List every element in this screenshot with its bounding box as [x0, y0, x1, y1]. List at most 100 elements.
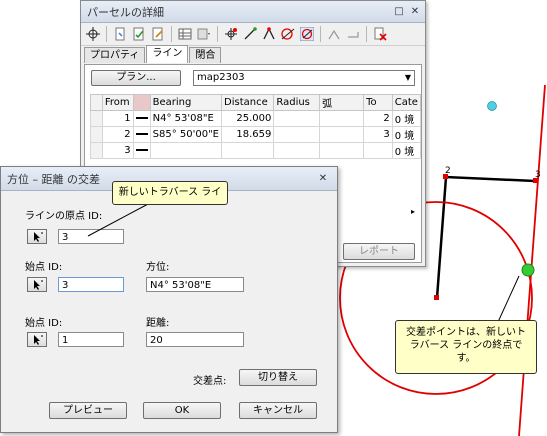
row-selector[interactable] — [90, 126, 103, 143]
pointer-icon — [34, 280, 43, 290]
new-traverse-callout: 新しいトラバース ライ — [112, 181, 228, 205]
ok-button[interactable]: OK — [143, 402, 221, 419]
table-header-row: From Bearing Distance Radius 弧 To Cate — [90, 94, 422, 111]
col-distance[interactable]: Distance — [220, 94, 275, 111]
row-selector[interactable] — [90, 110, 103, 127]
point-1-marker — [434, 295, 439, 300]
circle-intersect-icon[interactable] — [280, 26, 296, 42]
cyan-point — [487, 101, 497, 111]
cell-radius[interactable] — [273, 142, 321, 159]
cell-arc[interactable] — [319, 126, 365, 143]
grid-icon[interactable] — [177, 26, 193, 42]
distance-field[interactable]: 20 — [146, 332, 244, 347]
page-icon[interactable] — [112, 26, 128, 42]
cell-arc[interactable] — [319, 110, 365, 127]
cell-from[interactable]: 3 — [101, 142, 134, 159]
start2-picker[interactable] — [27, 332, 47, 347]
add-point-icon[interactable] — [223, 26, 239, 42]
col-arc[interactable]: 弧 — [319, 94, 365, 111]
col-bearing[interactable]: Bearing — [149, 94, 223, 111]
cell-from[interactable]: 2 — [101, 126, 134, 143]
line-origin-label: ラインの原点 ID: — [25, 211, 103, 222]
parcel-titlebar: パーセルの詳細 □ ✕ — [81, 1, 425, 23]
point-2-label: 2 — [445, 166, 451, 176]
plan-select[interactable]: map2303 ▼ — [193, 70, 415, 86]
line-origin-field[interactable]: 3 — [58, 229, 124, 244]
line-origin-picker[interactable] — [27, 229, 47, 244]
close-icon[interactable]: ✕ — [409, 6, 421, 18]
cell-to[interactable] — [363, 142, 393, 159]
report-button[interactable]: レポート — [343, 243, 415, 260]
table-row[interactable]: 2 S85° 50'00"E 18.659 3 0 境 — [90, 126, 422, 143]
cell-distance[interactable]: 25.000 — [220, 110, 275, 127]
table-row[interactable]: 3 0 境 — [90, 142, 422, 159]
line-type-icon — [132, 110, 151, 127]
cell-radius[interactable] — [273, 126, 321, 143]
preview-button[interactable]: プレビュー — [49, 402, 127, 419]
horizontal-scrollbar[interactable]: ▸ — [325, 207, 417, 219]
delete-icon[interactable] — [372, 26, 388, 42]
close-icon[interactable]: ✕ — [317, 173, 329, 185]
start1-picker[interactable] — [27, 277, 47, 292]
col-radius[interactable]: Radius — [273, 94, 321, 111]
pointer-icon — [34, 335, 43, 345]
check-icon[interactable] — [131, 26, 147, 42]
intersection-endpoint — [521, 263, 535, 277]
toolbar-separator — [320, 26, 321, 42]
toggle-button[interactable]: 切り替え — [239, 369, 317, 386]
minimize-icon[interactable]: □ — [393, 6, 405, 18]
tool-dropdown-icon[interactable] — [196, 26, 212, 42]
cell-bearing[interactable]: S85° 50'00"E — [149, 126, 223, 143]
cell-arc[interactable] — [319, 142, 365, 159]
tab-properties[interactable]: プロパティ — [84, 47, 146, 63]
measure-icon[interactable] — [345, 26, 361, 42]
cell-category[interactable]: 0 境 — [391, 142, 422, 159]
cell-from[interactable]: 1 — [101, 110, 134, 127]
col-from[interactable]: From — [101, 94, 134, 111]
row-header-corner — [90, 94, 103, 111]
scroll-right-icon[interactable]: ▸ — [411, 207, 415, 216]
endpoint-callout: 交差ポイントは、新しいトラバース ラインの終点です。 — [395, 320, 537, 374]
cell-to[interactable]: 2 — [363, 110, 393, 127]
table-row[interactable]: 1 N4° 53'08"E 25.000 2 0 境 — [90, 110, 422, 127]
tab-closure[interactable]: 閉合 — [189, 47, 222, 63]
cell-distance[interactable]: 18.659 — [220, 126, 275, 143]
point-3-label: 3 — [535, 170, 541, 180]
cell-radius[interactable] — [273, 110, 321, 127]
edit-page-icon[interactable] — [150, 26, 166, 42]
cell-to[interactable]: 3 — [363, 126, 393, 143]
angle-icon[interactable] — [261, 26, 277, 42]
row-selector[interactable] — [90, 142, 103, 159]
crosshair-icon[interactable] — [85, 26, 101, 42]
cell-bearing[interactable]: N4° 53'08"E — [149, 110, 223, 127]
cell-category[interactable]: 0 境 — [391, 126, 422, 143]
join-icon[interactable] — [326, 26, 342, 42]
col-line-type-icon[interactable] — [132, 94, 151, 111]
start1-label: 始点 ID: — [25, 262, 63, 273]
pointer-icon — [34, 232, 43, 242]
cancel-button[interactable]: キャンセル — [239, 402, 317, 419]
cell-category[interactable]: 0 境 — [391, 110, 422, 127]
toolbar-separator — [171, 26, 172, 42]
bearing-field[interactable]: N4° 53'08"E — [146, 277, 244, 292]
col-to[interactable]: To — [363, 94, 393, 111]
start2-field[interactable]: 1 — [58, 332, 124, 347]
start1-field[interactable]: 3 — [58, 277, 124, 292]
line-icon[interactable] — [242, 26, 258, 42]
bearing-distance-icon[interactable] — [299, 26, 315, 42]
start2-label: 始点 ID: — [25, 318, 63, 329]
parcel-toolbar — [81, 23, 425, 46]
bearing-line — [518, 84, 546, 436]
intersection-label: 交差点: — [193, 376, 227, 387]
line-type-icon — [132, 126, 151, 143]
cell-bearing[interactable] — [149, 142, 223, 159]
plan-button[interactable]: プラン... — [91, 70, 181, 86]
tab-lines[interactable]: ライン — [146, 45, 189, 63]
cell-distance[interactable] — [220, 142, 275, 159]
plan-select-value: map2303 — [197, 72, 245, 83]
lines-table: From Bearing Distance Radius 弧 To Cate 1… — [90, 94, 422, 159]
col-category[interactable]: Cate — [391, 94, 422, 111]
toolbar-separator — [106, 26, 107, 42]
toolbar-separator — [217, 26, 218, 42]
chevron-down-icon: ▼ — [404, 73, 411, 82]
